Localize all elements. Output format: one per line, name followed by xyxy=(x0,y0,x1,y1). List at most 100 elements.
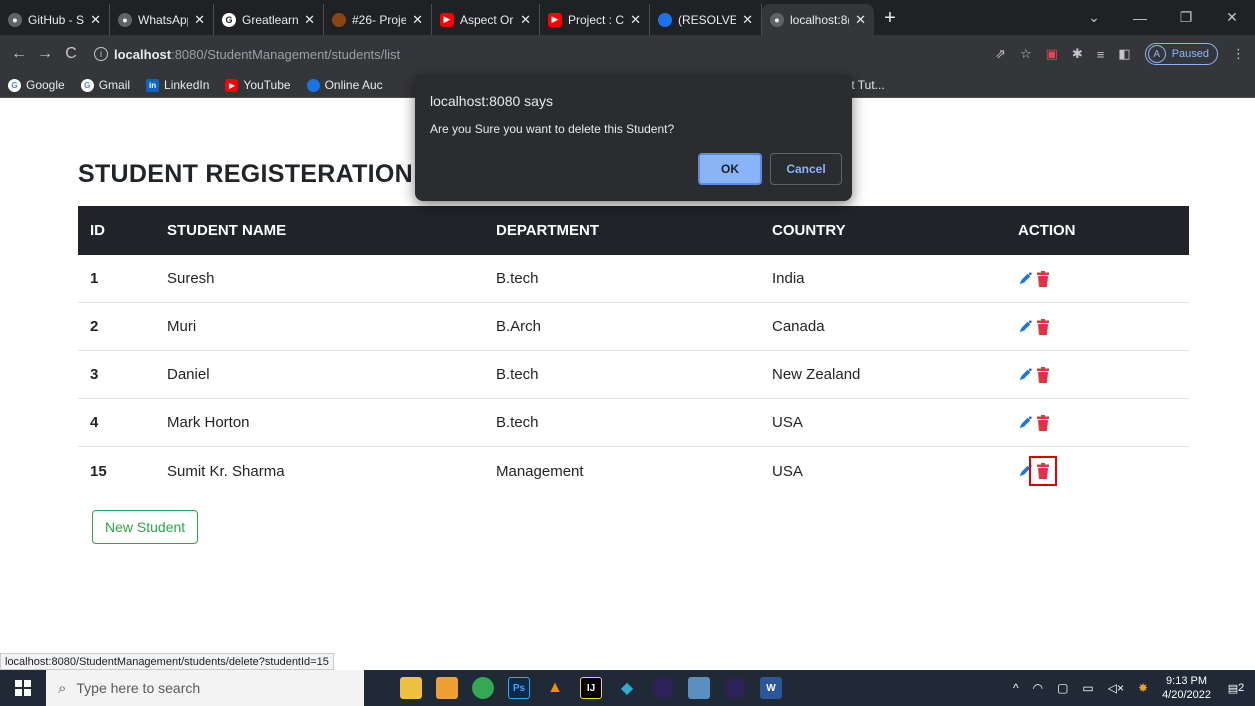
notification-button[interactable]: ▤ 2 xyxy=(1225,677,1247,699)
confirm-dialog: localhost:8080 says Are you Sure you wan… xyxy=(415,75,852,201)
tab-whatsapp[interactable]: ● WhatsApp ✕ xyxy=(110,4,214,35)
photoshop-icon[interactable]: Ps xyxy=(508,677,530,699)
address-bar[interactable]: i localhost :8080/StudentManagement/stud… xyxy=(94,43,894,65)
tab-localhost[interactable]: ● localhost:8( ✕ xyxy=(762,4,874,35)
whatsapp-icon: ● xyxy=(118,12,132,27)
cancel-button[interactable]: Cancel xyxy=(770,153,842,185)
windows-icon xyxy=(15,680,31,696)
google-icon: G xyxy=(8,78,21,92)
tab-github[interactable]: ● GitHub - Su ✕ xyxy=(0,4,110,35)
table-row: 4 Mark Horton B.tech USA xyxy=(78,399,1189,447)
edit-icon[interactable] xyxy=(1018,463,1032,479)
cell-id: 4 xyxy=(90,414,99,431)
cell-department: B.tech xyxy=(496,414,539,431)
share-icon[interactable]: ⇗ xyxy=(995,46,1006,62)
tab-aspect-oriented[interactable]: ▶ Aspect Orie ✕ xyxy=(432,4,540,35)
trash-icon[interactable] xyxy=(1036,318,1050,335)
forward-icon[interactable]: → xyxy=(32,45,58,63)
word-icon[interactable]: W xyxy=(760,677,782,699)
close-icon[interactable]: ✕ xyxy=(855,12,866,28)
close-icon[interactable]: ✕ xyxy=(90,12,101,28)
star-icon[interactable]: ☆ xyxy=(1020,46,1032,62)
close-icon[interactable]: ✕ xyxy=(304,12,315,28)
close-icon[interactable]: ✕ xyxy=(412,12,423,28)
restore-icon[interactable]: ❐ xyxy=(1163,9,1209,26)
trash-icon[interactable] xyxy=(1036,414,1050,431)
bookmark-gmail[interactable]: G Gmail xyxy=(80,78,130,92)
notification-count: 2 xyxy=(1238,682,1245,694)
bookmark-label: Google xyxy=(26,78,65,92)
cell-name: Daniel xyxy=(167,366,210,383)
cell-actions xyxy=(1018,318,1189,335)
close-icon[interactable]: ✕ xyxy=(520,12,531,28)
bookmark-youtube[interactable]: ▶ YouTube xyxy=(225,78,291,92)
gmail-icon: G xyxy=(80,78,94,92)
side-panel-icon[interactable]: ◧ xyxy=(1118,46,1130,62)
eclipse-icon[interactable] xyxy=(652,677,674,699)
tab-greatlearning[interactable]: G Greatlearni ✕ xyxy=(214,4,324,35)
profile-button[interactable]: A Paused xyxy=(1144,43,1218,65)
meet-icon[interactable]: ▢ xyxy=(1057,681,1068,695)
volume-icon[interactable]: ◁× xyxy=(1108,681,1124,695)
chrome-icon[interactable] xyxy=(472,677,494,699)
tab-project-26[interactable]: #26- Projec ✕ xyxy=(324,4,432,35)
close-icon[interactable]: ✕ xyxy=(742,12,753,28)
dialog-message: Are you Sure you want to delete this Stu… xyxy=(430,122,675,136)
git-icon[interactable]: ◆ xyxy=(616,677,638,699)
clock-date: 4/20/2022 xyxy=(1162,689,1211,701)
edit-icon[interactable] xyxy=(1018,367,1032,383)
chevron-down-icon[interactable]: ⌄ xyxy=(1071,9,1117,26)
tab-resolved[interactable]: (RESOLVED) ✕ xyxy=(650,4,762,35)
app-tray-icon[interactable]: ✸ xyxy=(1138,681,1148,695)
window-controls: ⌄ — ❐ ✕ xyxy=(1071,0,1255,35)
avatar-icon xyxy=(332,12,346,27)
tab-title: GitHub - Su xyxy=(28,12,85,27)
edit-icon[interactable] xyxy=(1018,271,1032,287)
store-icon[interactable] xyxy=(436,677,458,699)
linkedin-icon: in xyxy=(146,78,160,92)
reload-icon[interactable]: C xyxy=(58,45,84,63)
ok-button[interactable]: OK xyxy=(698,153,762,185)
reading-list-icon[interactable]: ≡ xyxy=(1097,47,1105,62)
eclipse-icon[interactable] xyxy=(724,677,746,699)
close-window-icon[interactable]: ✕ xyxy=(1209,9,1255,26)
image-viewer-icon[interactable] xyxy=(688,677,710,699)
new-tab-button[interactable]: + xyxy=(874,4,906,35)
new-student-button[interactable]: New Student xyxy=(92,510,199,544)
info-icon[interactable]: i xyxy=(94,47,108,61)
tab-project-co[interactable]: ▶ Project : Co ✕ xyxy=(540,4,650,35)
windows-start-button[interactable] xyxy=(0,680,46,696)
trash-icon[interactable] xyxy=(1029,456,1057,486)
cell-country: Canada xyxy=(772,318,825,335)
vlc-icon[interactable]: ▲ xyxy=(544,677,566,699)
chevron-up-icon[interactable]: ^ xyxy=(1013,681,1019,695)
column-header-name: STUDENT NAME xyxy=(167,222,287,239)
cell-id: 1 xyxy=(90,270,99,287)
close-icon[interactable]: ✕ xyxy=(194,12,205,28)
bookmark-linkedin[interactable]: in LinkedIn xyxy=(146,78,209,92)
battery-icon[interactable]: ▭ xyxy=(1082,681,1093,695)
cell-id: 15 xyxy=(90,462,107,480)
youtube-icon: ▶ xyxy=(225,78,239,92)
avatar: A xyxy=(1147,45,1166,63)
close-icon[interactable]: ✕ xyxy=(630,12,641,28)
minimize-icon[interactable]: — xyxy=(1117,10,1163,26)
table-row: 3 Daniel B.tech New Zealand xyxy=(78,351,1189,399)
back-icon[interactable]: ← xyxy=(6,45,32,63)
intellij-icon[interactable]: IJ xyxy=(580,677,602,699)
pocket-icon[interactable]: ▣ xyxy=(1046,46,1058,62)
bookmark-label: LinkedIn xyxy=(164,78,210,92)
trash-icon[interactable] xyxy=(1036,270,1050,287)
extensions-icon[interactable]: ✱ xyxy=(1072,46,1083,62)
edit-icon[interactable] xyxy=(1018,415,1032,431)
file-explorer-icon[interactable] xyxy=(400,677,422,699)
profile-status: Paused xyxy=(1171,48,1209,60)
taskbar-search[interactable]: ⌕ Type here to search xyxy=(46,670,364,706)
edit-icon[interactable] xyxy=(1018,319,1032,335)
trash-icon[interactable] xyxy=(1036,366,1050,383)
bookmark-google[interactable]: G Google xyxy=(8,78,65,92)
menu-icon[interactable]: ⋮ xyxy=(1232,46,1245,62)
wifi-icon[interactable]: ◠ xyxy=(1033,681,1043,695)
bookmark-online[interactable]: Online Auc xyxy=(306,78,383,92)
clock[interactable]: 9:13 PM 4/20/2022 xyxy=(1162,674,1211,702)
